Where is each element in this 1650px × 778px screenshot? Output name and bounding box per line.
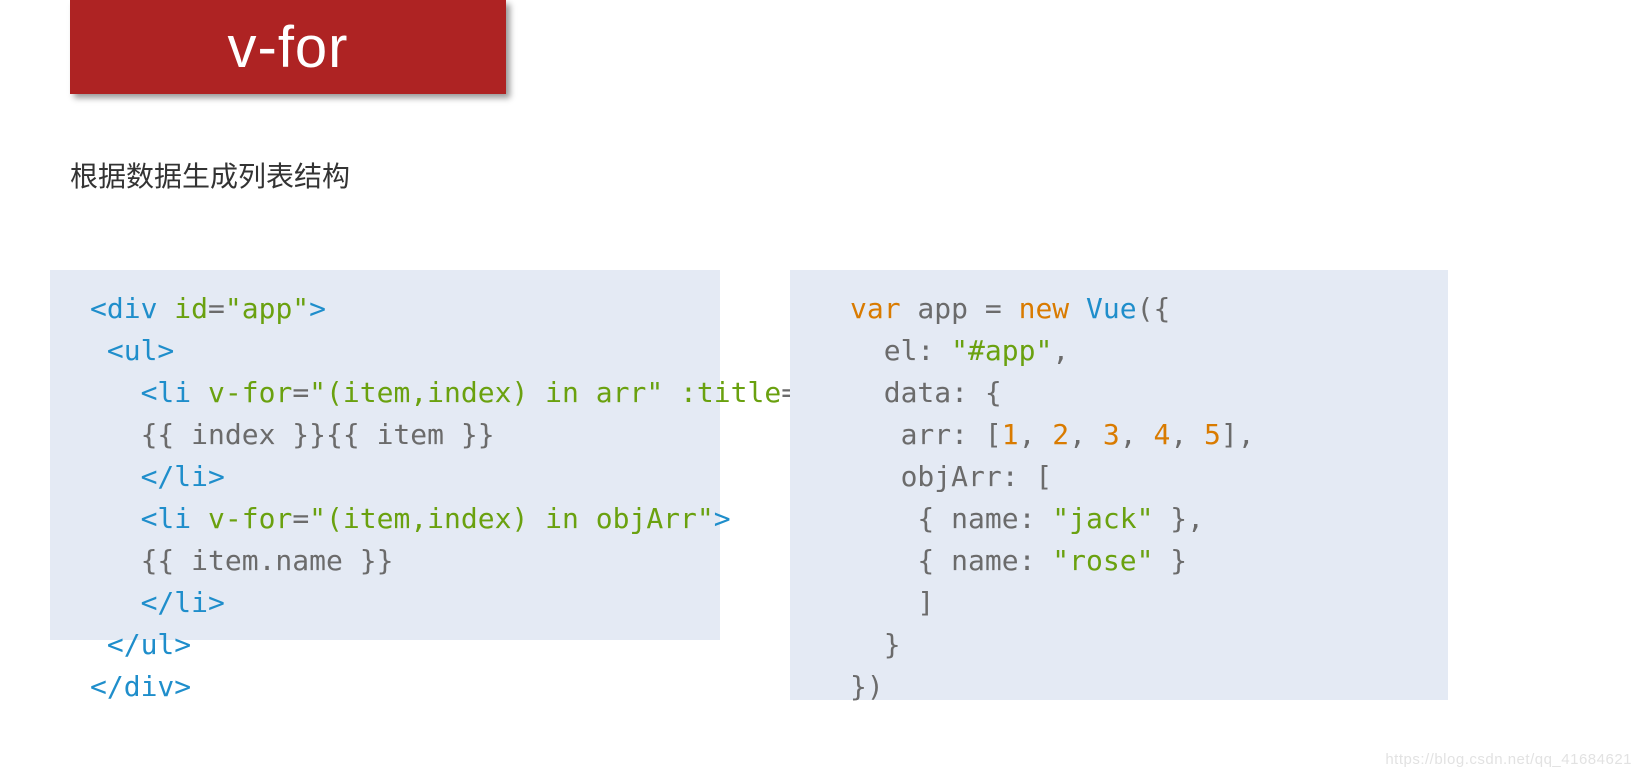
tok: > (309, 292, 326, 325)
tok: "jack" (1052, 502, 1153, 535)
tok: <div (90, 292, 157, 325)
tok: }, (1153, 502, 1204, 535)
tok: = (208, 292, 225, 325)
tok: </ul> (107, 628, 191, 661)
tok: v-for (191, 502, 292, 535)
tok: , (1052, 334, 1069, 367)
code-block-html: <div id="app"> <ul> <li v-for="(item,ind… (50, 270, 720, 640)
tok: <ul> (107, 334, 174, 367)
tok: ({ (1137, 292, 1171, 325)
tok: { name: (850, 502, 1052, 535)
tok: </div> (90, 670, 191, 703)
tok: > (714, 502, 731, 535)
tok: } (1153, 544, 1187, 577)
tok: = (292, 376, 309, 409)
tok: app = (901, 292, 1019, 325)
watermark-text: https://blog.csdn.net/qq_41684621 (1385, 751, 1632, 768)
tok: objArr: [ (850, 460, 1052, 493)
tok: 1 (1002, 418, 1019, 451)
title-badge: v-for (70, 0, 506, 94)
tok: 2 (1052, 418, 1069, 451)
tok: Vue (1069, 292, 1136, 325)
code-block-js: var app = new Vue({ el: "#app", data: { … (790, 270, 1448, 700)
tok: id (157, 292, 208, 325)
tok: } (850, 628, 901, 661)
title-text: v-for (228, 14, 349, 81)
tok: "(item,index) in arr" (309, 376, 663, 409)
tok: }) (850, 670, 884, 703)
tok: new (1019, 292, 1070, 325)
tok: <li (141, 376, 192, 409)
tok: 4 (1153, 418, 1170, 451)
tok: :title (663, 376, 781, 409)
tok: {{ index }}{{ item }} (90, 418, 495, 451)
tok: "(item,index) in objArr" (309, 502, 714, 535)
subtitle-text: 根据数据生成列表结构 (70, 155, 350, 195)
tok: arr: [ (850, 418, 1002, 451)
tok: ] (850, 586, 934, 619)
tok: var (850, 292, 901, 325)
tok: { name: (850, 544, 1052, 577)
tok: "#app" (951, 334, 1052, 367)
tok: ], (1221, 418, 1255, 451)
tok: el: (850, 334, 951, 367)
tok: 3 (1103, 418, 1120, 451)
tok: v-for (191, 376, 292, 409)
tok: data: { (850, 376, 1002, 409)
tok: </li> (141, 460, 225, 493)
tok: 5 (1204, 418, 1221, 451)
tok: "rose" (1052, 544, 1153, 577)
tok: = (292, 502, 309, 535)
tok: {{ item.name }} (90, 544, 393, 577)
tok: "app" (225, 292, 309, 325)
tok: </li> (141, 586, 225, 619)
tok: <li (141, 502, 192, 535)
